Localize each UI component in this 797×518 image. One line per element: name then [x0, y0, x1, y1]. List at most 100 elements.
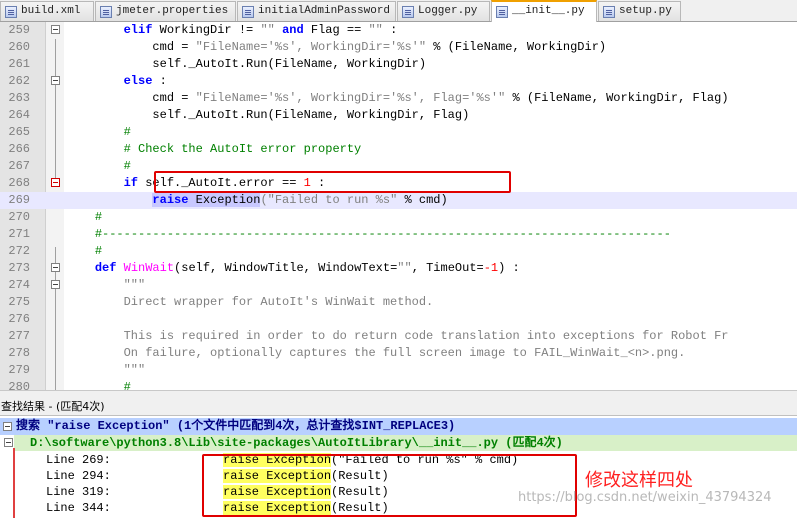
- tab-jmeter-properties[interactable]: jmeter.properties: [95, 1, 236, 21]
- line-number: 277: [8, 329, 30, 343]
- tab-label: Logger.py: [418, 5, 478, 17]
- annotation-text: 修改这样四处: [585, 470, 693, 491]
- code-text: self._AutoIt.Run(FileName, WorkingDir, F…: [66, 108, 470, 122]
- code-line: 276: [0, 311, 797, 328]
- tab-init-py[interactable]: __init__.py: [491, 0, 597, 22]
- result-file-entry[interactable]: D:\software\python3.8\Lib\site-packages\…: [14, 435, 797, 451]
- code-line: 272 #: [0, 243, 797, 260]
- find-results-title: 查找结果 - (匹配4次): [0, 398, 797, 416]
- tab-label: setup.py: [619, 5, 672, 17]
- code-line: 274 """: [0, 277, 797, 294]
- panel-splitter[interactable]: [0, 390, 797, 398]
- file-icon: [603, 6, 615, 18]
- tab-initialadminpassword[interactable]: initialAdminPassword: [237, 1, 396, 21]
- line-number: 267: [8, 159, 30, 173]
- code-text: self._AutoIt.Run(FileName, WorkingDir): [66, 57, 427, 71]
- code-text: This is required in order to do return c…: [123, 329, 729, 343]
- line-number: 265: [8, 125, 30, 139]
- line-number: 260: [8, 40, 30, 54]
- code-line: 279 """: [0, 362, 797, 379]
- file-icon: [496, 6, 508, 18]
- code-text: raise Exception("Failed to run %s" % cmd…: [152, 193, 448, 207]
- line-number: 270: [8, 210, 30, 224]
- hit-line-label: Line 294:: [46, 469, 111, 483]
- line-number: 280: [8, 380, 30, 390]
- tab-setup-py[interactable]: setup.py: [598, 1, 681, 21]
- fold-toggle-icon[interactable]: [51, 178, 60, 187]
- hit-line-label: Line 319:: [46, 485, 111, 499]
- line-number: 261: [8, 57, 30, 71]
- code-line: 270 #: [0, 209, 797, 226]
- code-text: Direct wrapper for AutoIt's WinWait meth…: [123, 295, 434, 309]
- code-line: 277 This is required in order to do retu…: [0, 328, 797, 345]
- code-line: 275 Direct wrapper for AutoIt's WinWait …: [0, 294, 797, 311]
- code-text: cmd = "FileName='%s', WorkingDir='%s', F…: [66, 91, 729, 105]
- highlight-box-line-269: [154, 171, 511, 193]
- tab-label: jmeter.properties: [116, 5, 229, 17]
- line-number: 259: [8, 23, 30, 37]
- line-number: 269: [8, 193, 30, 207]
- code-line-current: 269 raise Exception("Failed to run %s" %…: [0, 192, 797, 209]
- code-editor[interactable]: 259 elif WorkingDir != "" and Flag == ""…: [0, 22, 797, 390]
- code-line: 266 # Check the AutoIt error property: [0, 141, 797, 158]
- line-number: 272: [8, 244, 30, 258]
- line-number: 276: [8, 312, 30, 326]
- code-line: 260 cmd = "FileName='%s', WorkingDir='%s…: [0, 39, 797, 56]
- line-number: 268: [8, 176, 30, 190]
- line-number: 271: [8, 227, 30, 241]
- tab-bar: build.xml jmeter.properties initialAdmin…: [0, 0, 797, 22]
- line-number: 263: [8, 91, 30, 105]
- code-text: def WinWait(self, WindowTitle, WindowTex…: [94, 261, 520, 275]
- code-line: 262 else :: [0, 73, 797, 90]
- code-text: """: [123, 363, 146, 377]
- collapse-file-icon[interactable]: [4, 438, 13, 447]
- file-icon: [100, 6, 112, 18]
- hit-line-label: Line 269:: [46, 453, 111, 467]
- line-number: 274: [8, 278, 30, 292]
- fold-toggle-icon[interactable]: [51, 263, 60, 272]
- tab-logger-py[interactable]: Logger.py: [397, 1, 490, 21]
- code-text: cmd = "FileName='%s', WorkingDir='%s'" %…: [66, 40, 607, 54]
- code-text: #: [123, 125, 131, 139]
- code-line: 265 #: [0, 124, 797, 141]
- code-text: #: [94, 244, 103, 258]
- code-text: On failure, optionally captures the full…: [123, 346, 686, 360]
- collapse-search-icon[interactable]: [3, 422, 12, 431]
- code-text: #: [123, 380, 131, 390]
- watermark: https://blog.csdn.net/weixin_43794324: [518, 490, 772, 505]
- code-text: """: [123, 278, 146, 292]
- line-number: 279: [8, 363, 30, 377]
- tab-label: initialAdminPassword: [258, 5, 391, 17]
- code-line: 280 #: [0, 379, 797, 390]
- line-number: 275: [8, 295, 30, 309]
- line-number: 278: [8, 346, 30, 360]
- tab-label: build.xml: [21, 5, 81, 17]
- code-text: # Check the AutoIt error property: [123, 142, 362, 156]
- fold-toggle-icon[interactable]: [51, 280, 60, 289]
- code-text: elif WorkingDir != "" and Flag == "" :: [123, 23, 398, 37]
- code-line: 271 #-----------------------------------…: [0, 226, 797, 243]
- line-number: 262: [8, 74, 30, 88]
- highlight-box-results: [202, 454, 577, 517]
- line-number: 273: [8, 261, 30, 275]
- code-text: #: [94, 210, 103, 224]
- code-text: #: [123, 159, 131, 173]
- file-icon: [242, 6, 254, 18]
- line-number: 264: [8, 108, 30, 122]
- fold-toggle-icon[interactable]: [51, 76, 60, 85]
- line-number: 266: [8, 142, 30, 156]
- tab-build-xml[interactable]: build.xml: [0, 1, 94, 21]
- code-text: #---------------------------------------…: [94, 227, 671, 241]
- code-line: 259 elif WorkingDir != "" and Flag == ""…: [0, 22, 797, 39]
- code-line: 263 cmd = "FileName='%s', WorkingDir='%s…: [0, 90, 797, 107]
- fold-toggle-icon[interactable]: [51, 25, 60, 34]
- file-icon: [402, 6, 414, 18]
- code-line: 261 self._AutoIt.Run(FileName, WorkingDi…: [0, 56, 797, 73]
- search-header[interactable]: 搜索 "raise Exception" (1个文件中匹配到4次，总计查找$IN…: [0, 418, 797, 435]
- tab-label: __init__.py: [512, 5, 585, 17]
- hit-line-label: Line 344:: [46, 501, 111, 515]
- code-line: 273 def WinWait(self, WindowTitle, Windo…: [0, 260, 797, 277]
- code-line: 278 On failure, optionally captures the …: [0, 345, 797, 362]
- code-line: 264 self._AutoIt.Run(FileName, WorkingDi…: [0, 107, 797, 124]
- code-text: else :: [123, 74, 167, 88]
